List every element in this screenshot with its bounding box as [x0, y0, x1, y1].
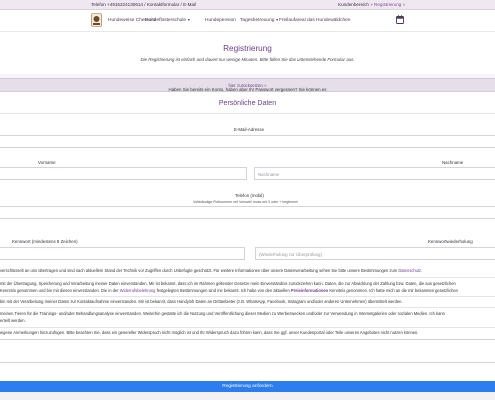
nav-hundefluesterschule[interactable]: Hundeflüsterschule▼	[145, 18, 191, 23]
privacy-link[interactable]: Datenschutz	[398, 268, 421, 273]
consent-contact-text: bin mit der Verarbeitung meiner Daten zu…	[0, 299, 403, 304]
consent-storage-text: mit der Übertragung, Speicherung und Ver…	[0, 281, 456, 286]
consent-terms-pre: Kenntnis genommen und bin mit diesen ein…	[0, 288, 119, 293]
account-breadcrumb: Kundenbereich » Registrierung »	[338, 2, 405, 7]
notice-text-wrap: Haben Sie bereits ein Konto, haben aber …	[0, 83, 495, 92]
page-subtitle: Die Registrierung ist einfach und dauert…	[140, 57, 355, 62]
page-title: Registrierung	[223, 44, 272, 53]
nav-tagesbetreuung-label: Tagesbetreuung	[240, 18, 275, 23]
consent-terms-text: Kenntnis genommen und bin mit diesen ein…	[0, 288, 495, 293]
notice-text: Haben Sie bereits ein Konto, haben aber …	[168, 87, 327, 92]
register-button[interactable]: Registrierung anfordern	[0, 381, 495, 392]
remarks-hint-text: eigene Anmerkungen hinzuzufügen. Bitte b…	[0, 330, 419, 335]
consent-terms-mid: festgelegten Bestimmungen sind mir bekan…	[156, 288, 290, 293]
firstname-field[interactable]	[0, 167, 247, 180]
firstname-label: Vorname	[38, 160, 56, 165]
section-title-personal-data: Persönliche Daten	[218, 100, 277, 107]
consent-privacy-text: verschlüsselt an uns übertragen und sind…	[0, 268, 423, 273]
password-repeat-label: Kennwortwiederholung	[428, 239, 473, 244]
lastname-field[interactable]: Nachname	[254, 167, 495, 180]
nav-hundefluesterschule-label: Hundeflüsterschule	[145, 18, 187, 23]
password-repeat-placeholder: (Wiederholung zur Überprüfung)	[259, 252, 322, 257]
consent-terms-post: Kenntnis genommen. Ich hatte mich an die…	[329, 288, 458, 293]
nav-freilaufareal[interactable]: Freilaufareal das Hundewäldchen	[279, 18, 350, 23]
nav-hundepension[interactable]: Hundepension	[205, 18, 236, 23]
top-contact-bar: Telefon +4915224130614 / Kontaktformular…	[0, 0, 495, 10]
dog-logo-icon[interactable]	[91, 13, 102, 27]
section-divider	[0, 113, 495, 114]
password-label: Kennwort (mindestens 8 Zeichen)	[12, 239, 78, 244]
consent-privacy-line: verschlüsselt an uns übertragen und sind…	[0, 268, 398, 273]
phone-label: Telefon (mobil)	[235, 193, 264, 198]
consent-media-text: meinen Tieren für die Trainings- und/ode…	[0, 311, 445, 316]
consent-divider	[0, 296, 495, 297]
chevron-down-icon: ▼	[187, 18, 191, 22]
breadcrumb-current: » Registrierung »	[370, 2, 406, 7]
phone-field[interactable]	[0, 206, 495, 219]
email-field[interactable]	[0, 135, 495, 148]
main-navigation: Hundeweise Chemnitz Hundeflüsterschule▼ …	[0, 10, 495, 32]
consent-divider	[0, 277, 495, 278]
consent-divider	[0, 307, 495, 308]
page-header: Registrierung Die Registrierung ist einf…	[0, 32, 495, 74]
nav-tagesbetreuung[interactable]: Tagesbetreuung▼	[240, 18, 279, 23]
remarks-textarea[interactable]	[0, 339, 495, 363]
consent-divider	[0, 327, 495, 328]
customer-area-link[interactable]: Kundenbereich	[338, 2, 369, 7]
price-info-link[interactable]: Preisinformationen	[291, 288, 328, 293]
withdrawal-link[interactable]: Widerrufsbelehrung	[120, 288, 156, 293]
lastname-placeholder: Nachname	[258, 172, 280, 177]
consent-media-text-2: erteilt werden.	[0, 318, 26, 323]
contact-links[interactable]: Telefon +4915224130614 / Kontaktformular…	[91, 2, 196, 7]
password-reset-notice: Haben Sie bereits ein Konto, haben aber …	[0, 78, 495, 92]
footer-strip	[0, 392, 495, 400]
phone-hint: Vollständige Rufnummer mit Vorwahl muss …	[193, 200, 299, 204]
password-field[interactable]	[0, 247, 245, 260]
calendar-icon[interactable]	[396, 15, 404, 24]
email-label: E-Mail-Adresse	[234, 127, 265, 132]
lastname-label: Nachname	[442, 160, 464, 165]
password-repeat-field[interactable]: (Wiederholung zur Überprüfung)	[255, 247, 495, 260]
